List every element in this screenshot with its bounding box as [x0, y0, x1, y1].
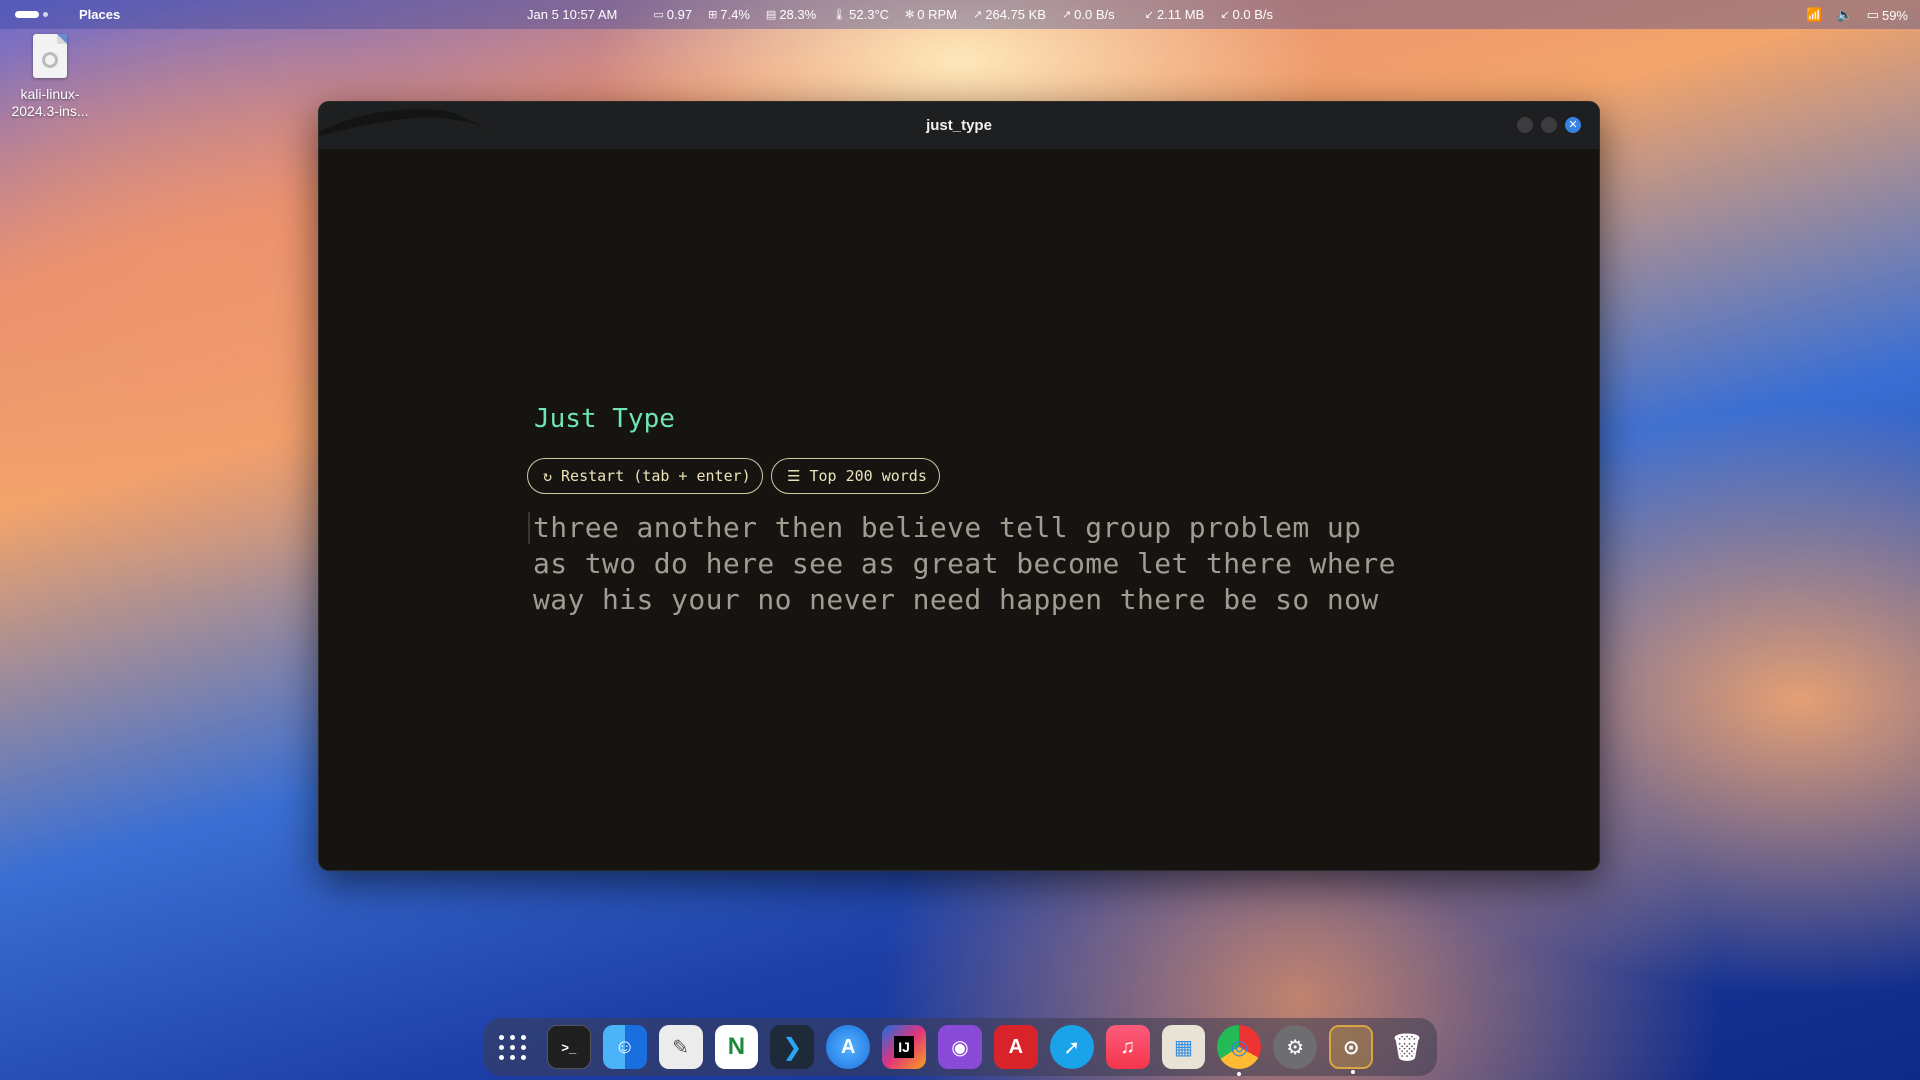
upload-total-stat: ↗ 264.75 KB [973, 7, 1046, 22]
list-icon: ☰ [787, 467, 801, 485]
word-list-label: Top 200 words [809, 467, 927, 485]
safari-icon: ➚ [1063, 1036, 1081, 1059]
download-icon: ↙ [1220, 9, 1230, 21]
maximize-button[interactable] [1541, 117, 1557, 133]
app-title: Just Type [534, 404, 675, 434]
fan-stat: ✻ 0 RPM [905, 7, 958, 22]
word-line: three another then believe tell group pr… [533, 511, 1362, 544]
dock-settings[interactable]: ⚙ [1273, 1025, 1318, 1069]
activities-indicator[interactable] [15, 11, 48, 18]
window-controls: ✕ [1517, 117, 1581, 133]
volume-icon[interactable]: 🔈 [1836, 7, 1852, 23]
dock-text-editor[interactable]: ✎ [658, 1025, 703, 1069]
dock-music[interactable]: ♫ [1105, 1025, 1150, 1069]
workspace-active-pill [15, 11, 39, 18]
restart-button[interactable]: ↻ Restart (tab + enter) [527, 458, 763, 494]
dock-just-type[interactable]: ⊙ [1329, 1025, 1374, 1074]
kali-dragon-icon [319, 109, 494, 136]
finder-icon: ☺ [614, 1035, 635, 1058]
dock-launchpad[interactable]: ▦ [1161, 1025, 1206, 1069]
dock: >_ ☺ ✎ N ❯ A IJ ◉ A ➚ ♫ ▦ ◎ ⚙ ⊙ 🗑 [483, 1018, 1437, 1076]
github-icon: ◉ [951, 1036, 969, 1059]
chrome-icon: ◎ [1230, 1036, 1249, 1059]
app-content: Just Type ↻ Restart (tab + enter) ☰ Top … [319, 149, 1599, 870]
settings-icon: ⚙ [1286, 1036, 1305, 1059]
word-line: as two do here see as great become let t… [533, 547, 1396, 580]
launchpad-icon: ▦ [1174, 1036, 1193, 1059]
battery-indicator[interactable]: ▭ 59% [1867, 7, 1908, 23]
dock-notion[interactable]: N [714, 1025, 759, 1069]
dock-trash[interactable]: 🗑 [1385, 1025, 1429, 1069]
music-icon: ♫ [1120, 1035, 1136, 1058]
upload-icon: ↗ [1061, 9, 1072, 21]
memory-icon: ▤ [765, 9, 777, 21]
window-titlebar[interactable]: just_type ✕ [319, 102, 1599, 149]
dock-intellij[interactable]: IJ [882, 1025, 927, 1069]
grid-icon [498, 1034, 527, 1060]
temperature-stat: 🌡 52.3°C [832, 7, 890, 22]
download-rate-stat: ↙ 0.0 B/s [1220, 7, 1273, 22]
minimize-button[interactable] [1517, 117, 1533, 133]
system-stats: Jan 5 10:57 AM ▭ 0.97 ⊞ 7.4% ▤ 28.3% 🌡 52.3°… [527, 7, 1273, 22]
wifi-icon[interactable]: 📶 [1806, 7, 1822, 23]
dock-acrobat[interactable]: A [993, 1025, 1038, 1069]
download-total-stat: ↙ 2.11 MB [1144, 7, 1205, 22]
memory-stat: ▤ 28.3% [765, 7, 817, 22]
dock-vscode[interactable]: ❯ [770, 1025, 815, 1069]
terminal-icon: >_ [561, 1039, 577, 1055]
fan-icon: ✻ [905, 9, 915, 21]
refresh-icon: ↻ [543, 467, 553, 485]
typing-text-area[interactable]: three another then believe tell group pr… [533, 510, 1396, 618]
restart-label: Restart (tab + enter) [561, 467, 751, 485]
system-tray[interactable]: 📶 🔈 ▭ 59% [1806, 7, 1908, 23]
close-button[interactable]: ✕ [1565, 117, 1581, 133]
dock-app-store[interactable]: A [826, 1025, 871, 1069]
places-menu[interactable]: Places [79, 7, 120, 22]
thermometer-icon: 🌡 [832, 9, 847, 21]
acrobat-icon: A [1008, 1035, 1024, 1058]
intellij-icon: IJ [894, 1036, 914, 1058]
just-type-window: just_type ✕ Just Type ↻ Restart (tab + e… [318, 101, 1600, 871]
datetime[interactable]: Jan 5 10:57 AM [527, 7, 617, 22]
window-title: just_type [926, 117, 992, 134]
trash-icon: 🗑 [1390, 1031, 1424, 1062]
dock-finder[interactable]: ☺ [602, 1025, 647, 1069]
load-stat: ▭ 0.97 [653, 7, 693, 22]
top-bar: Places Jan 5 10:57 AM ▭ 0.97 ⊞ 7.4% ▤ 28.3%… [0, 0, 1920, 29]
running-indicator [1351, 1070, 1356, 1074]
workspace-dot [43, 12, 48, 17]
typing-caret [528, 512, 530, 544]
app-grid-button[interactable] [491, 1025, 535, 1069]
dock-safari[interactable]: ➚ [1049, 1025, 1094, 1069]
desktop-file-kali-iso[interactable]: kali-linux- 2024.3-ins... [4, 34, 96, 120]
download-icon: ↙ [1144, 9, 1154, 21]
text-editor-icon: ✎ [672, 1036, 689, 1059]
dock-chrome[interactable]: ◎ [1217, 1025, 1262, 1076]
upload-icon: ↗ [973, 9, 983, 21]
dock-github-desktop[interactable]: ◉ [938, 1025, 982, 1069]
running-indicator [1237, 1072, 1242, 1076]
notion-icon: N [727, 1033, 746, 1060]
monitor-icon: ▭ [653, 9, 664, 21]
cpu-stat: ⊞ 7.4% [708, 7, 750, 22]
disc-image-file-icon [33, 34, 67, 78]
desktop-file-label-line2: 2024.3-ins... [11, 103, 89, 119]
desktop-file-label-line1: kali-linux- [20, 86, 80, 102]
app-store-icon: A [840, 1035, 856, 1058]
upload-rate-stat: ↗ 0.0 B/s [1061, 7, 1115, 22]
word-line: way his your no never need happen there … [533, 583, 1379, 616]
word-list-button[interactable]: ☰ Top 200 words [771, 458, 940, 494]
cpu-icon: ⊞ [708, 9, 718, 21]
vscode-icon: ❯ [782, 1033, 803, 1061]
just-type-app-icon: ⊙ [1342, 1036, 1360, 1059]
dock-terminal[interactable]: >_ [546, 1025, 591, 1069]
battery-icon: ▭ [1866, 7, 1879, 22]
